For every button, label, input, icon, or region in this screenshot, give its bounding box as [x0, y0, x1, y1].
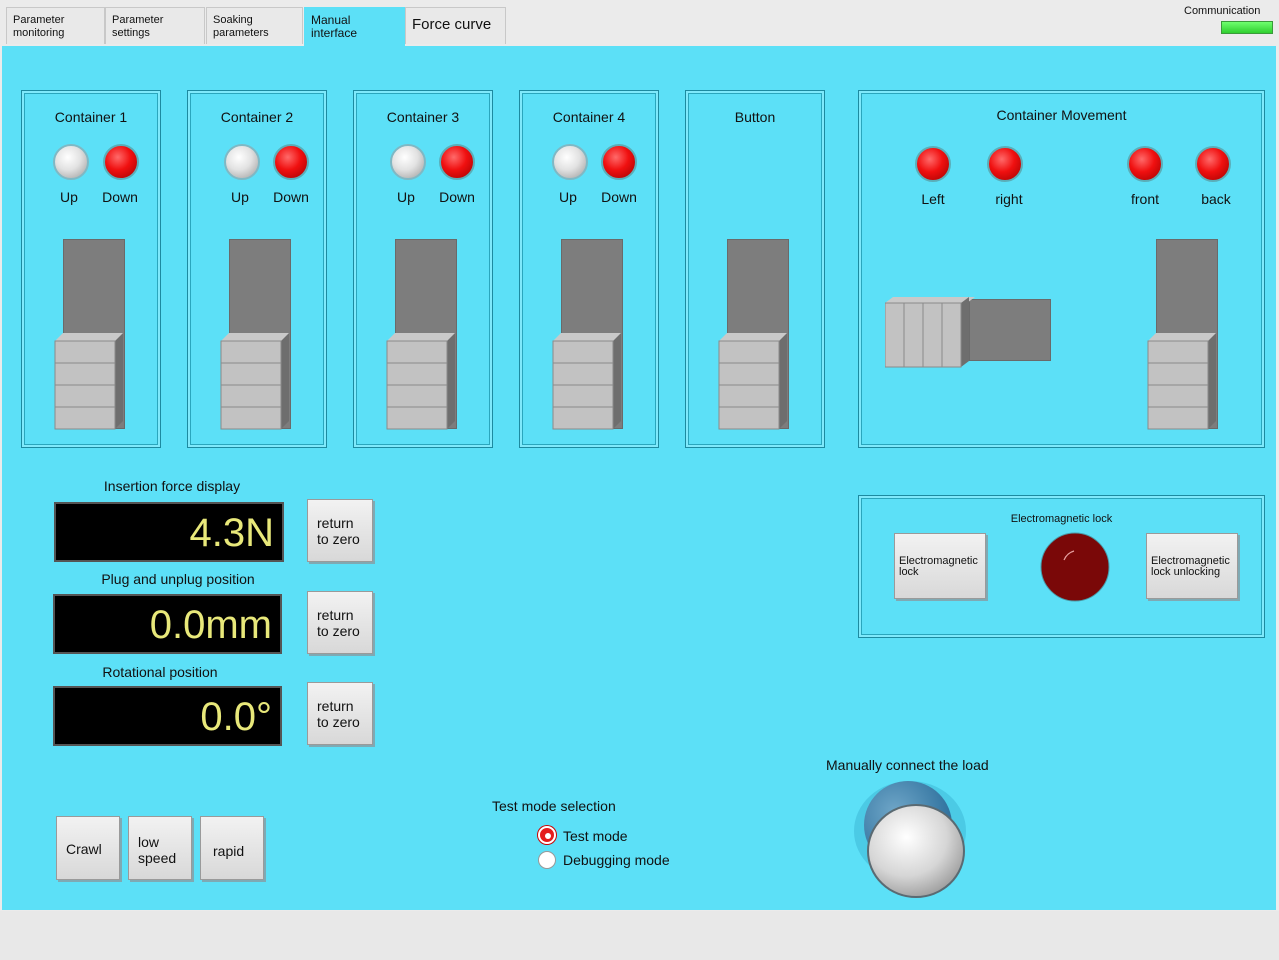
panel-title: Container 4 [552, 109, 626, 125]
rotation-return-to-zero-button[interactable]: return to zero [307, 682, 373, 745]
tab-parameter-monitoring[interactable]: Parameter monitoring [6, 7, 105, 44]
up-indicator-lamp [390, 144, 426, 180]
tab-force-curve[interactable]: Force curve [405, 7, 506, 44]
left-right-slider-handle[interactable] [885, 297, 975, 371]
back-indicator-lamp [1195, 146, 1231, 182]
button-label-line1: return [317, 607, 354, 623]
tab-label-line2: settings [112, 27, 150, 39]
button-label-line1: return [317, 698, 354, 714]
position-return-to-zero-button[interactable]: return to zero [307, 591, 373, 654]
button-slider-handle[interactable] [717, 329, 793, 431]
container-4-slider-handle[interactable] [551, 329, 627, 431]
panel-title: Container 3 [386, 109, 460, 125]
communication-label: Communication [1184, 5, 1261, 17]
button-label: Crawl [66, 841, 102, 857]
container-3-panel: Container 3 Up Down [353, 90, 493, 448]
panel-title: Container 1 [54, 109, 128, 125]
electromagnetic-lock-button[interactable]: Electromagnetic lock [894, 533, 986, 599]
manual-load-knob[interactable] [852, 779, 970, 901]
rapid-speed-button[interactable]: rapid [200, 816, 264, 880]
button-label-line2: lock [899, 566, 919, 578]
up-indicator-lamp [53, 144, 89, 180]
up-indicator-lamp [224, 144, 260, 180]
container-1-panel: Container 1 Up Down [21, 90, 161, 448]
plug-position-display: 0.0mm [53, 594, 282, 654]
insertion-force-label: Insertion force display [103, 478, 241, 494]
debugging-mode-option-label: Debugging mode [563, 852, 670, 868]
left-label: Left [921, 191, 945, 207]
insertion-force-display: 4.3N [54, 502, 284, 562]
panel-title: Container 2 [220, 109, 294, 125]
button-label: rapid [213, 843, 245, 859]
down-label: Down [102, 189, 138, 205]
button-label-line2: lock unlocking [1151, 566, 1221, 578]
test-mode-radio[interactable] [538, 826, 556, 844]
rotational-position-display: 0.0° [53, 686, 282, 746]
container-4-panel: Container 4 Up Down [519, 90, 659, 448]
button-label-line1: return [317, 515, 354, 531]
down-label: Down [439, 189, 475, 205]
force-return-to-zero-button[interactable]: return to zero [307, 499, 373, 562]
low-speed-button[interactable]: low speed [128, 816, 192, 880]
crawl-speed-button[interactable]: Crawl [56, 816, 120, 880]
container-2-slider-handle[interactable] [219, 329, 295, 431]
tab-bar: Parameter monitoring Parameter settings … [0, 0, 1279, 46]
left-indicator-lamp [915, 146, 951, 182]
status-footer [0, 911, 1279, 960]
rotational-position-label: Rotational position [102, 664, 218, 680]
tab-parameter-settings[interactable]: Parameter settings [105, 7, 205, 44]
down-label: Down [601, 189, 637, 205]
up-indicator-lamp [552, 144, 588, 180]
manual-interface-panel: Container 1 Up Down Container 2 Up Down [2, 46, 1276, 910]
button-label-line1: low [138, 834, 160, 850]
button-label-line2: speed [138, 850, 177, 866]
container-1-slider-handle[interactable] [53, 329, 129, 431]
right-label: right [995, 191, 1023, 207]
tab-label-line2: monitoring [13, 27, 65, 39]
left-right-slider-track [969, 299, 1051, 361]
down-label: Down [273, 189, 309, 205]
container-3-slider-handle[interactable] [385, 329, 461, 431]
front-back-slider-handle[interactable] [1146, 329, 1222, 431]
panel-title: Button [734, 109, 776, 125]
front-indicator-lamp [1127, 146, 1163, 182]
tab-label-line1: Parameter [13, 14, 65, 26]
tab-label-line1: Soaking [213, 14, 253, 26]
down-indicator-lamp [601, 144, 637, 180]
front-label: front [1130, 191, 1159, 207]
back-label: back [1201, 191, 1231, 207]
communication-status-indicator [1221, 21, 1273, 34]
button-label-line2: to zero [317, 623, 360, 639]
test-mode-option-label: Test mode [563, 828, 628, 844]
down-indicator-lamp [439, 144, 475, 180]
right-indicator-lamp [987, 146, 1023, 182]
tab-label-line2: parameters [213, 27, 269, 39]
tab-label-line2: interface [311, 26, 358, 40]
panel-title: Container Movement [996, 107, 1127, 123]
panel-title: Electromagnetic lock [1010, 513, 1113, 525]
container-2-panel: Container 2 Up Down [187, 90, 327, 448]
electromagnetic-unlock-button[interactable]: Electromagnetic lock unlocking [1146, 533, 1238, 599]
tab-manual-interface[interactable]: Manual interface [304, 7, 405, 46]
button-label-line2: to zero [317, 714, 360, 730]
plug-position-label: Plug and unplug position [101, 571, 255, 587]
debugging-mode-radio[interactable] [538, 851, 556, 869]
manual-load-label: Manually connect the load [826, 757, 989, 773]
container-movement-panel: Container Movement Left right front back [858, 90, 1265, 448]
tab-label-line1: Parameter [112, 14, 164, 26]
button-label-line2: to zero [317, 531, 360, 547]
down-indicator-lamp [273, 144, 309, 180]
down-indicator-lamp [103, 144, 139, 180]
button-panel: Button [685, 90, 825, 448]
tab-soaking-parameters[interactable]: Soaking parameters [206, 7, 303, 44]
test-mode-selection-label: Test mode selection [492, 798, 616, 814]
lock-status-lamp [1040, 532, 1110, 602]
electromagnetic-lock-panel: Electromagnetic lock Electromagnetic lock… [858, 495, 1265, 638]
tab-label: Force curve [412, 16, 492, 33]
